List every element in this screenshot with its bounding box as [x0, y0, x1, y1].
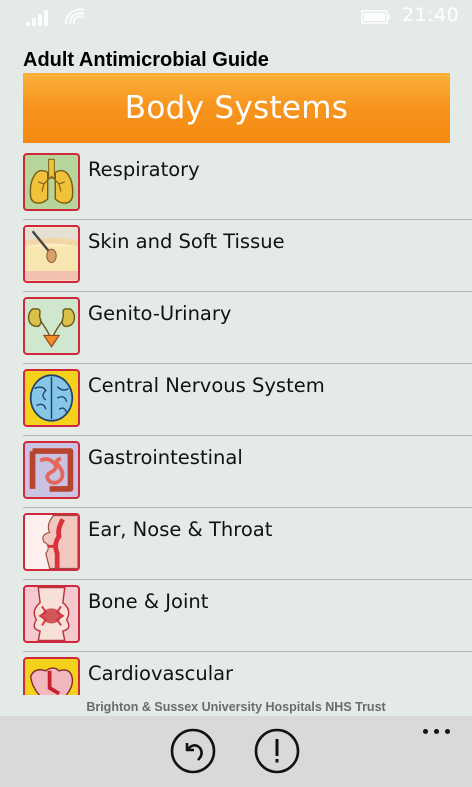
banner-title: Body Systems [124, 90, 349, 126]
more-icon[interactable] [420, 718, 454, 742]
list-item-ear-nose-throat[interactable]: Ear, Nose & Throat [0, 507, 472, 580]
signal-strength-icon [26, 8, 52, 26]
brain-icon [23, 369, 80, 427]
alert-icon [254, 728, 300, 774]
item-label: Bone & Joint [88, 590, 209, 613]
body-systems-list: Respiratory Skin and Soft Tissue Genito-… [0, 147, 472, 695]
item-label: Respiratory [88, 158, 200, 181]
item-label: Central Nervous System [88, 374, 325, 397]
undo-icon [170, 728, 216, 774]
heart-icon [23, 657, 80, 695]
item-label: Skin and Soft Tissue [88, 230, 285, 253]
lungs-icon [23, 153, 80, 211]
item-label: Cardiovascular [88, 662, 234, 685]
item-label: Ear, Nose & Throat [88, 518, 273, 541]
intestines-icon [23, 441, 80, 499]
clock: 21:40 [402, 4, 460, 26]
item-label: Gastrointestinal [88, 446, 243, 469]
kidneys-icon [23, 297, 80, 355]
list-item-respiratory[interactable]: Respiratory [0, 147, 472, 220]
list-item-central-nervous-system[interactable]: Central Nervous System [0, 363, 472, 436]
ent-icon [23, 513, 80, 571]
undo-button[interactable] [170, 728, 216, 774]
wifi-icon [64, 8, 85, 25]
bone-joint-icon [23, 585, 80, 643]
list-item-gastrointestinal[interactable]: Gastrointestinal [0, 435, 472, 508]
footer-credit: Brighton & Sussex University Hospitals N… [86, 700, 386, 714]
app-title: Adult Antimicrobial Guide [23, 49, 269, 71]
list-item-bone-joint[interactable]: Bone & Joint [0, 579, 472, 652]
status-bar: 21:40 [0, 0, 472, 36]
skin-icon [23, 225, 80, 283]
app-bar [0, 716, 472, 787]
item-label: Genito-Urinary [88, 302, 232, 325]
list-item-cardiovascular[interactable]: Cardiovascular [0, 651, 472, 695]
list-item-genito-urinary[interactable]: Genito-Urinary [0, 291, 472, 364]
info-alert-button[interactable] [254, 728, 300, 774]
battery-icon [361, 10, 390, 24]
section-banner: Body Systems [23, 73, 450, 143]
list-item-skin-soft-tissue[interactable]: Skin and Soft Tissue [0, 219, 472, 292]
